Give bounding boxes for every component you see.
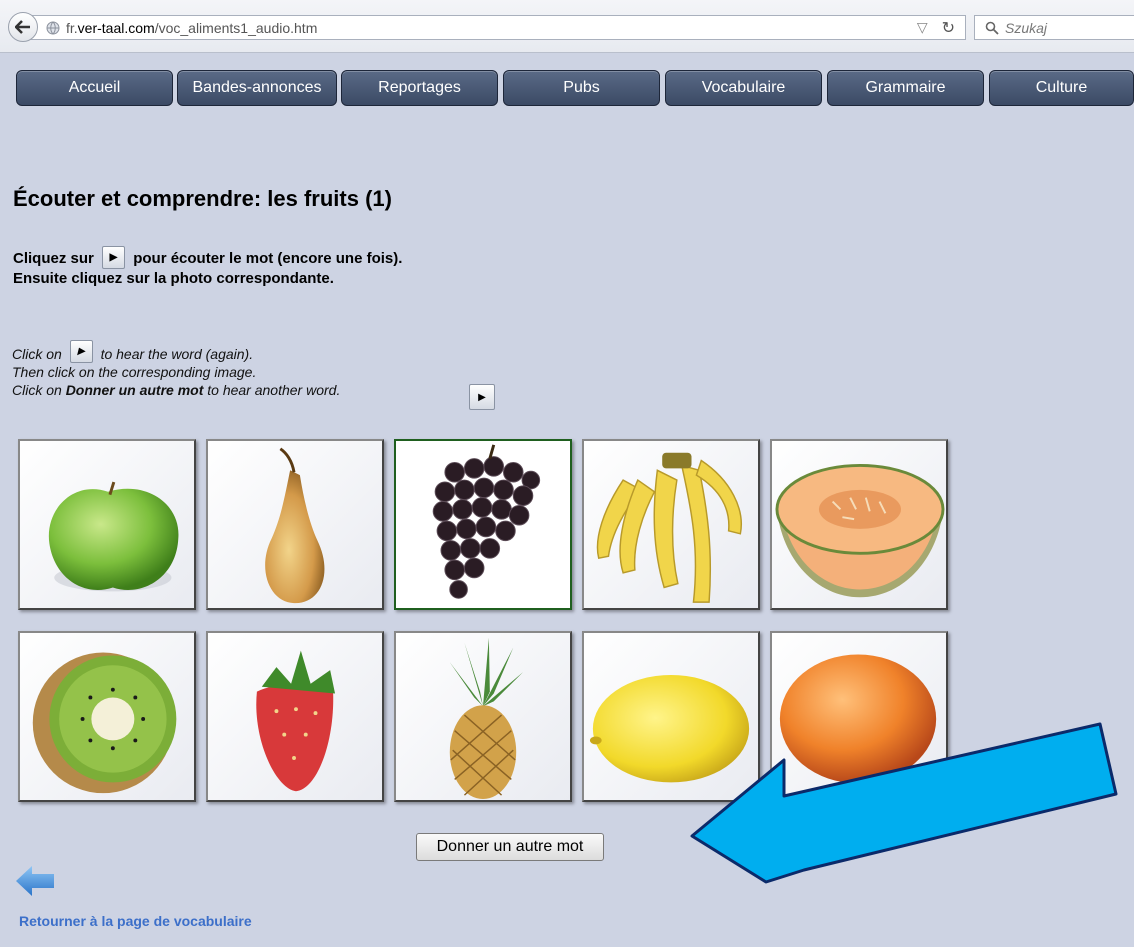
strawberry-image	[256, 650, 336, 792]
back-arrow-icon	[15, 20, 30, 34]
grapes-image	[432, 444, 541, 599]
fruit-tile-pear[interactable]	[206, 439, 384, 610]
page-title: Écouter et comprendre: les fruits (1)	[13, 186, 392, 211]
reload-icon[interactable]: ↻	[942, 18, 955, 38]
search-placeholder: Szukaj	[1005, 19, 1048, 36]
apple-image	[48, 481, 179, 592]
play-button-inline-icon: ▶	[102, 246, 126, 269]
back-button[interactable]	[8, 12, 38, 42]
annotation-arrow-icon	[690, 722, 1118, 884]
search-input[interactable]: Szukaj	[974, 15, 1134, 40]
fr-line2: Ensuite cliquez sur la photo corresponda…	[13, 270, 334, 287]
fruit-tile-kiwi[interactable]	[18, 631, 196, 802]
nav-pubs[interactable]: Pubs	[503, 70, 660, 106]
instructions-english: Click on ▶ to hear the word (again). The…	[12, 340, 340, 399]
nav-reportages[interactable]: Reportages	[341, 70, 498, 106]
en-line2: Then click on the corresponding image.	[12, 364, 257, 380]
fruit-tile-grapes[interactable]	[394, 439, 572, 610]
bananas-image	[596, 452, 742, 603]
back-to-vocabulary-link[interactable]: Retourner à la page de vocabulaire	[19, 913, 252, 929]
address-bar[interactable]: fr. ver-taal.com/voc_aliments1_audio.htm …	[30, 15, 966, 40]
nav-grammaire[interactable]: Grammaire	[827, 70, 984, 106]
kiwi-image	[32, 652, 177, 794]
fr-line1-start: Cliquez sur	[13, 250, 94, 267]
en-line1-end: to hear the word (again).	[100, 346, 254, 362]
url-host: ver-taal.com	[77, 19, 155, 36]
fr-line1-end: pour écouter le mot (encore une fois).	[133, 250, 403, 267]
nav-accueil[interactable]: Accueil	[16, 70, 173, 106]
globe-icon	[46, 21, 60, 34]
en-line1-start: Click on	[12, 346, 62, 362]
browser-toolbar: fr. ver-taal.com/voc_aliments1_audio.htm …	[0, 0, 1134, 53]
url-prefix: fr.	[66, 19, 78, 36]
en-line3-bold: Donner un autre mot	[65, 382, 204, 398]
another-word-button[interactable]: Donner un autre mot	[416, 833, 604, 861]
dropdown-arrow-icon[interactable]: ▽	[917, 19, 928, 36]
play-button-inline-icon: ▶	[69, 340, 93, 363]
melon-image	[775, 463, 945, 598]
play-audio-button[interactable]: ▶	[469, 384, 495, 410]
pear-image	[265, 447, 325, 604]
instructions-french: Cliquez sur ▶ pour écouter le mot (encor…	[13, 246, 402, 289]
url-path: /voc_aliments1_audio.htm	[154, 19, 318, 36]
back-arrow-icon[interactable]	[16, 866, 56, 896]
en-line3-end: to hear another word.	[207, 382, 341, 398]
fruit-tile-pineapple[interactable]	[394, 631, 572, 802]
fruit-tile-apple[interactable]	[18, 439, 196, 610]
search-icon	[985, 21, 999, 35]
fruit-tile-bananas[interactable]	[582, 439, 760, 610]
nav-vocabulaire[interactable]: Vocabulaire	[665, 70, 822, 106]
nav-culture[interactable]: Culture	[989, 70, 1134, 106]
nav-bandes-annonces[interactable]: Bandes-annonces	[177, 70, 337, 106]
fruit-tile-melon[interactable]	[770, 439, 948, 610]
en-line3-start: Click on	[12, 382, 62, 398]
pineapple-image	[449, 637, 524, 800]
fruit-tile-strawberry[interactable]	[206, 631, 384, 802]
